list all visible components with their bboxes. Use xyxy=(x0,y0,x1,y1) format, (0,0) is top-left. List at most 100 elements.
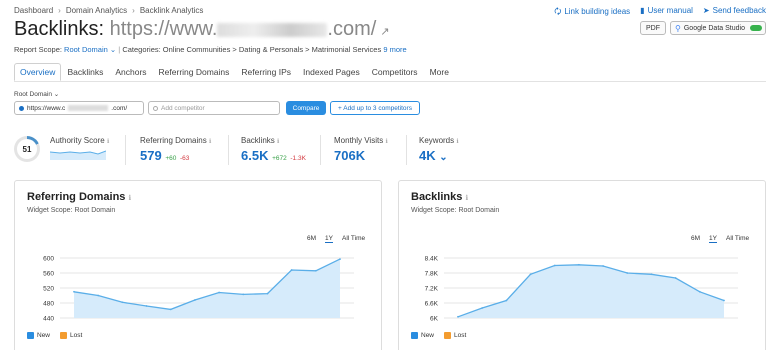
referring-domains-new: +60 xyxy=(165,155,177,162)
legend-new[interactable]: New xyxy=(411,332,434,339)
referring-domains-label-text: Referring Domains xyxy=(140,136,207,145)
categories-more-link[interactable]: 9 more xyxy=(383,45,406,54)
info-icon[interactable]: ℹ xyxy=(465,195,468,202)
referring-domains-metric[interactable]: 579 +60 -63 xyxy=(140,148,189,163)
pdf-button[interactable]: PDF xyxy=(640,21,666,35)
google-data-studio-button[interactable]: ⚲ Google Data Studio xyxy=(670,21,766,35)
data-point xyxy=(553,264,556,267)
legend-lost[interactable]: Lost xyxy=(444,332,466,339)
data-point xyxy=(650,273,653,276)
breadcrumb: Dashboard › Domain Analytics › Backlink … xyxy=(14,6,203,15)
categories-value: Online Communities > Dating & Personals … xyxy=(162,45,382,54)
link-icon: 🗘 xyxy=(554,7,562,16)
keywords-label-text: Keywords xyxy=(419,136,455,145)
legend-lost[interactable]: Lost xyxy=(60,332,82,339)
competitor-input[interactable]: Add competitor xyxy=(148,101,280,115)
tab-referring-ips[interactable]: Referring IPs xyxy=(235,63,297,81)
tab-backlinks[interactable]: Backlinks xyxy=(61,63,109,81)
legend-new[interactable]: New xyxy=(27,332,50,339)
domain-input[interactable]: https://www.c .com/ xyxy=(14,101,144,115)
rd-panel-title-text: Referring Domains xyxy=(27,191,126,203)
backlinks-metric[interactable]: 6.5K +672 -1.3K xyxy=(241,148,306,163)
y-tick-label: 8.4K xyxy=(425,256,439,263)
data-studio-icon: ⚲ xyxy=(675,23,681,33)
period-all-time[interactable]: All Time xyxy=(726,235,749,243)
backlinks-lost: -1.3K xyxy=(290,155,306,162)
rd-panel-title: Referring Domains ℹ xyxy=(27,191,131,203)
y-tick-label: 520 xyxy=(43,286,54,293)
scope-dropdown[interactable]: Root Domain xyxy=(64,45,108,54)
breadcrumb-item[interactable]: Domain Analytics xyxy=(66,6,127,15)
link-building-ideas-link[interactable]: 🗘 Link building ideas xyxy=(554,6,630,20)
domain-color-dot xyxy=(19,105,24,111)
period-6m[interactable]: 6M xyxy=(691,235,700,243)
breadcrumb-separator: › xyxy=(58,6,61,15)
data-point xyxy=(505,299,508,302)
legend-new-label: New xyxy=(421,332,435,340)
tab-overview[interactable]: Overview xyxy=(14,63,62,81)
breadcrumb-item: Backlink Analytics xyxy=(139,6,204,15)
authority-score-value: 51 xyxy=(17,139,37,159)
tab-bar: Overview Backlinks Anchors Referring Dom… xyxy=(14,63,455,81)
report-scope: Report Scope: Root Domain ⌄ | Categories… xyxy=(14,45,407,54)
data-point xyxy=(121,301,124,304)
chevron-down-icon: ⌄ xyxy=(107,45,117,54)
period-all-time[interactable]: All Time xyxy=(342,235,365,243)
info-icon[interactable]: ℹ xyxy=(209,139,211,145)
data-point xyxy=(73,290,75,293)
keywords-metric[interactable]: 4K ⌄ xyxy=(419,148,448,163)
monthly-visits-value[interactable]: 706K xyxy=(334,148,365,163)
referring-domains-metric-label: Referring Domains ℹ xyxy=(140,136,211,145)
send-feedback-link[interactable]: ➤ Send feedback xyxy=(703,6,766,20)
info-icon[interactable]: ℹ xyxy=(456,139,458,145)
referring-domains-chart: 600 560 520 480 440 xyxy=(43,256,354,323)
compare-button[interactable]: Compare xyxy=(286,101,326,115)
categories-label: Categories: xyxy=(122,45,161,54)
bl-legend: New Lost xyxy=(411,332,466,339)
breadcrumb-item[interactable]: Dashboard xyxy=(14,6,53,15)
external-link-icon[interactable]: ↗ xyxy=(380,26,389,38)
breadcrumb-separator: › xyxy=(132,6,135,15)
authority-score-donut: 51 xyxy=(14,136,40,162)
root-domain-dropdown[interactable]: Root Domain ⌄ xyxy=(14,90,59,98)
tab-more[interactable]: More xyxy=(424,63,455,81)
tab-anchors[interactable]: Anchors xyxy=(109,63,152,81)
data-point xyxy=(723,299,725,302)
info-icon[interactable]: ℹ xyxy=(107,139,109,145)
data-point xyxy=(481,307,484,309)
info-icon[interactable]: ℹ xyxy=(128,195,131,202)
metric-divider xyxy=(125,135,126,165)
data-point xyxy=(529,273,532,276)
page-title: Backlinks: https://www. .com/↗ xyxy=(14,18,390,41)
data-point xyxy=(674,277,677,279)
competitor-placeholder: Add competitor xyxy=(161,104,205,112)
period-6m[interactable]: 6M xyxy=(307,235,316,243)
keywords-value: 4K xyxy=(419,148,436,163)
add-competitors-button[interactable]: + Add up to 3 competitors xyxy=(330,101,420,115)
redacted-domain xyxy=(217,22,328,37)
period-1y[interactable]: 1Y xyxy=(325,235,333,243)
referring-domains-value: 579 xyxy=(140,148,162,163)
data-point xyxy=(145,305,148,307)
data-point xyxy=(314,269,317,272)
data-point xyxy=(169,308,172,311)
title-url-start: https://www. xyxy=(109,18,218,40)
book-icon: ▮ xyxy=(640,6,645,15)
info-icon[interactable]: ℹ xyxy=(277,139,279,145)
tab-indexed-pages[interactable]: Indexed Pages xyxy=(297,63,366,81)
tab-competitors[interactable]: Competitors xyxy=(366,63,424,81)
keywords-metric-label: Keywords ℹ xyxy=(419,136,459,145)
title-url-end: .com/ xyxy=(327,18,377,40)
tab-divider xyxy=(14,81,766,82)
info-icon[interactable]: ℹ xyxy=(385,139,387,145)
data-point xyxy=(266,292,269,295)
user-manual-link[interactable]: ▮ User manual xyxy=(640,6,693,20)
data-point xyxy=(242,293,245,296)
period-1y[interactable]: 1Y xyxy=(709,235,717,243)
authority-sparkline xyxy=(50,150,106,160)
checkbox-icon xyxy=(27,332,34,339)
data-point xyxy=(194,299,196,301)
tab-referring-domains[interactable]: Referring Domains xyxy=(153,63,236,81)
y-tick-label: 6.6K xyxy=(425,301,439,308)
y-tick-label: 560 xyxy=(43,271,54,278)
